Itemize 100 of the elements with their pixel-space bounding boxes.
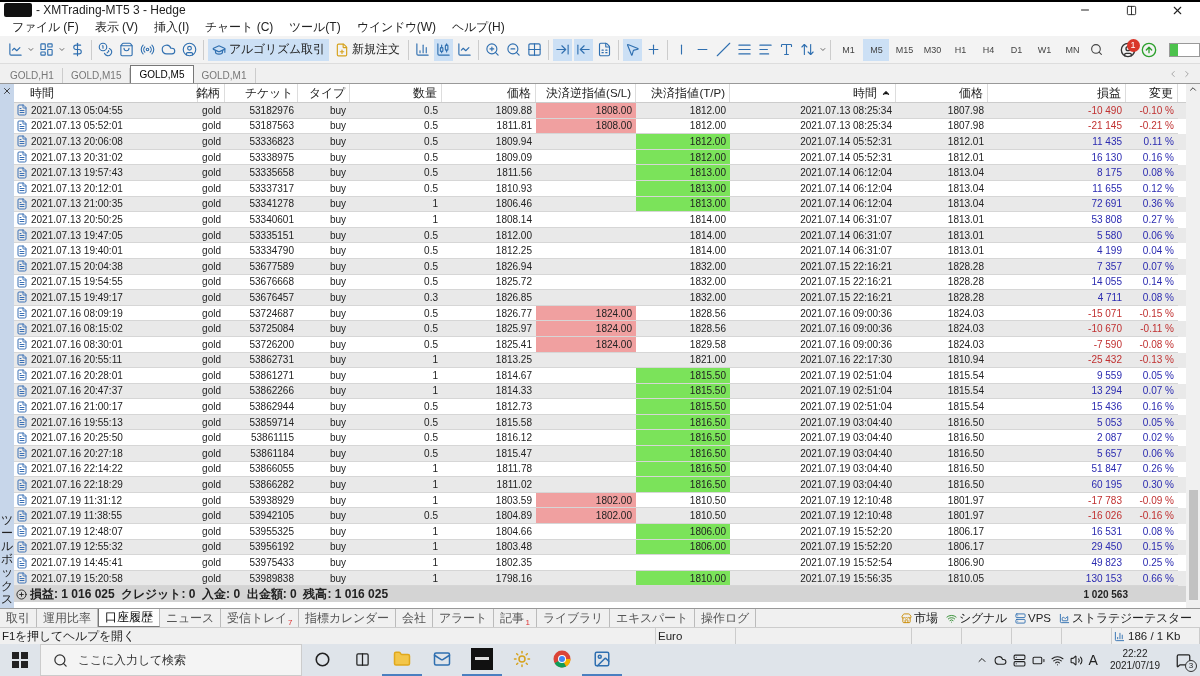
panel-link[interactable]: 市場 [901, 610, 938, 626]
table-cell: buy [298, 103, 350, 119]
table-cell: 0.30 % [1126, 477, 1178, 493]
column-header[interactable]: 数量 [350, 84, 442, 102]
menu-item[interactable]: ツール(T) [281, 18, 349, 36]
search-field[interactable]: ここに入力して検索 [40, 644, 302, 676]
column-header[interactable]: 決済逆指値(S/L) [536, 84, 636, 102]
table-cell: 0.25 % [1126, 555, 1178, 571]
table-cell: 1804.66 [442, 524, 536, 540]
table-cell: 0.5 [350, 165, 442, 181]
device-icon[interactable] [1012, 653, 1026, 667]
table-cell: 11 435 [988, 134, 1126, 150]
column-header[interactable]: タイプ [298, 84, 350, 102]
column-header[interactable]: 時間 [730, 84, 896, 102]
panel-link[interactable]: VPS [1015, 612, 1051, 624]
column-header[interactable]: 銘柄 [198, 84, 225, 102]
timeframe-button[interactable]: H1 [947, 38, 974, 61]
table-cell: 1826.94 [442, 258, 536, 275]
table-cell: buy [298, 524, 350, 540]
close-icon[interactable] [2, 86, 12, 96]
menu-item[interactable]: ヘルプ(H) [444, 18, 513, 36]
document-icon [16, 307, 28, 319]
table-cell: 0.05 % [1126, 368, 1178, 384]
column-header[interactable]: 決済指値(T/P) [636, 84, 730, 102]
wifi-icon[interactable] [1050, 653, 1064, 667]
search-icon[interactable] [53, 652, 68, 668]
table-cell: 1824.00 [536, 321, 636, 337]
table-cell: 2021.07.13 19:40:01 [14, 243, 198, 259]
timeframe-button[interactable]: D1 [1003, 38, 1030, 61]
column-header[interactable]: 変更 [1126, 84, 1178, 102]
table-cell: 1814.00 [636, 212, 730, 228]
new-order-button[interactable]: 新規注文 [330, 38, 404, 61]
table-cell: 1802.00 [536, 508, 636, 525]
document-icon [16, 525, 28, 538]
table-cell: 1806.17 [896, 524, 988, 540]
panel-link[interactable]: シグナル [946, 610, 1007, 626]
scroll-thumb[interactable] [1188, 490, 1198, 600]
timeframe-button[interactable]: M1 [835, 38, 862, 61]
table-cell: 53335658 [225, 165, 298, 181]
column-header[interactable]: 価格 [896, 84, 988, 102]
table-cell: 1806.90 [896, 555, 988, 571]
table-cell: gold [198, 477, 225, 493]
table-cell: buy [298, 555, 350, 571]
table-cell: 1812.25 [442, 243, 536, 259]
chart-tab[interactable]: GOLD,M5 [130, 65, 194, 83]
windows-icon[interactable] [12, 652, 28, 668]
table-cell: 15 436 [988, 399, 1126, 415]
chart-tab[interactable]: GOLD,M1 [193, 68, 256, 83]
timeframe-button[interactable]: M30 [919, 38, 946, 61]
table-cell: 2021.07.16 22:18:29 [14, 477, 198, 493]
scroll-up-icon[interactable] [1188, 84, 1198, 94]
table-cell: 2021.07.19 14:45:41 [14, 555, 198, 571]
table-cell: 2021.07.16 09:00:36 [730, 321, 896, 337]
table-cell: 1 [350, 524, 442, 540]
table-cell: 1813.01 [896, 212, 988, 228]
volume-icon[interactable] [1069, 653, 1083, 667]
candlestick-icon[interactable] [433, 38, 453, 61]
table-cell: 1812.00 [636, 103, 730, 119]
table-cell: buy [298, 180, 350, 197]
timeframe-button[interactable]: M5 [863, 38, 890, 61]
column-header[interactable]: 損益 [988, 84, 1126, 102]
document-icon [16, 197, 28, 210]
column-header[interactable]: チケット [225, 84, 298, 102]
table-cell: 0.5 [350, 336, 442, 353]
bar-chart-icon [1114, 630, 1125, 642]
table-cell: 1806.00 [636, 524, 730, 540]
notification-button[interactable]: 1 [1118, 38, 1138, 61]
algo-trading-button[interactable]: アルゴリズム取引 [207, 38, 329, 61]
timeframe-button[interactable]: MN [1059, 38, 1086, 61]
table-cell: gold [198, 258, 225, 275]
search-input[interactable]: ここに入力して検索 [76, 652, 280, 668]
table-cell: 53334790 [225, 243, 298, 259]
timeframe-button[interactable]: H4 [975, 38, 1002, 61]
traffic-text: 186 / 1 Kb [1128, 630, 1181, 642]
menu-item[interactable]: 表示 (V) [86, 18, 146, 36]
chart-tab[interactable]: GOLD,H1 [2, 68, 63, 83]
expand-icon[interactable] [16, 588, 27, 600]
clock[interactable]: 22:22 2021/07/19 [1103, 648, 1166, 672]
ime-indicator[interactable]: A [1088, 652, 1098, 668]
panel-link[interactable]: ストラテジーテスター [1059, 610, 1192, 626]
document-icon [16, 182, 28, 195]
column-header[interactable]: 価格 [442, 84, 536, 102]
document-icon [16, 385, 28, 397]
cursor-icon[interactable] [622, 38, 642, 61]
cloud-icon[interactable] [993, 653, 1007, 667]
menu-item[interactable]: チャート (C) [197, 18, 282, 36]
menu-item[interactable]: 挿入(I) [146, 18, 198, 36]
table-cell: 1829.58 [636, 336, 730, 353]
timeframe-button[interactable]: W1 [1031, 38, 1058, 61]
menu-item[interactable]: ファイル (F) [4, 18, 87, 36]
table-cell: 53725084 [225, 321, 298, 337]
menu-item[interactable]: ウインドウ(W) [348, 18, 444, 36]
panel-tab[interactable]: 口座履歴 [98, 609, 160, 627]
table-cell: 0.5 [350, 103, 442, 119]
table-cell: 1815.50 [636, 399, 730, 415]
timeframe-button[interactable]: M15 [891, 38, 918, 61]
table-cell: gold [198, 555, 225, 571]
restore-icon[interactable] [1125, 4, 1137, 16]
table-cell: 1816.50 [896, 477, 988, 493]
store-icon [901, 612, 912, 624]
